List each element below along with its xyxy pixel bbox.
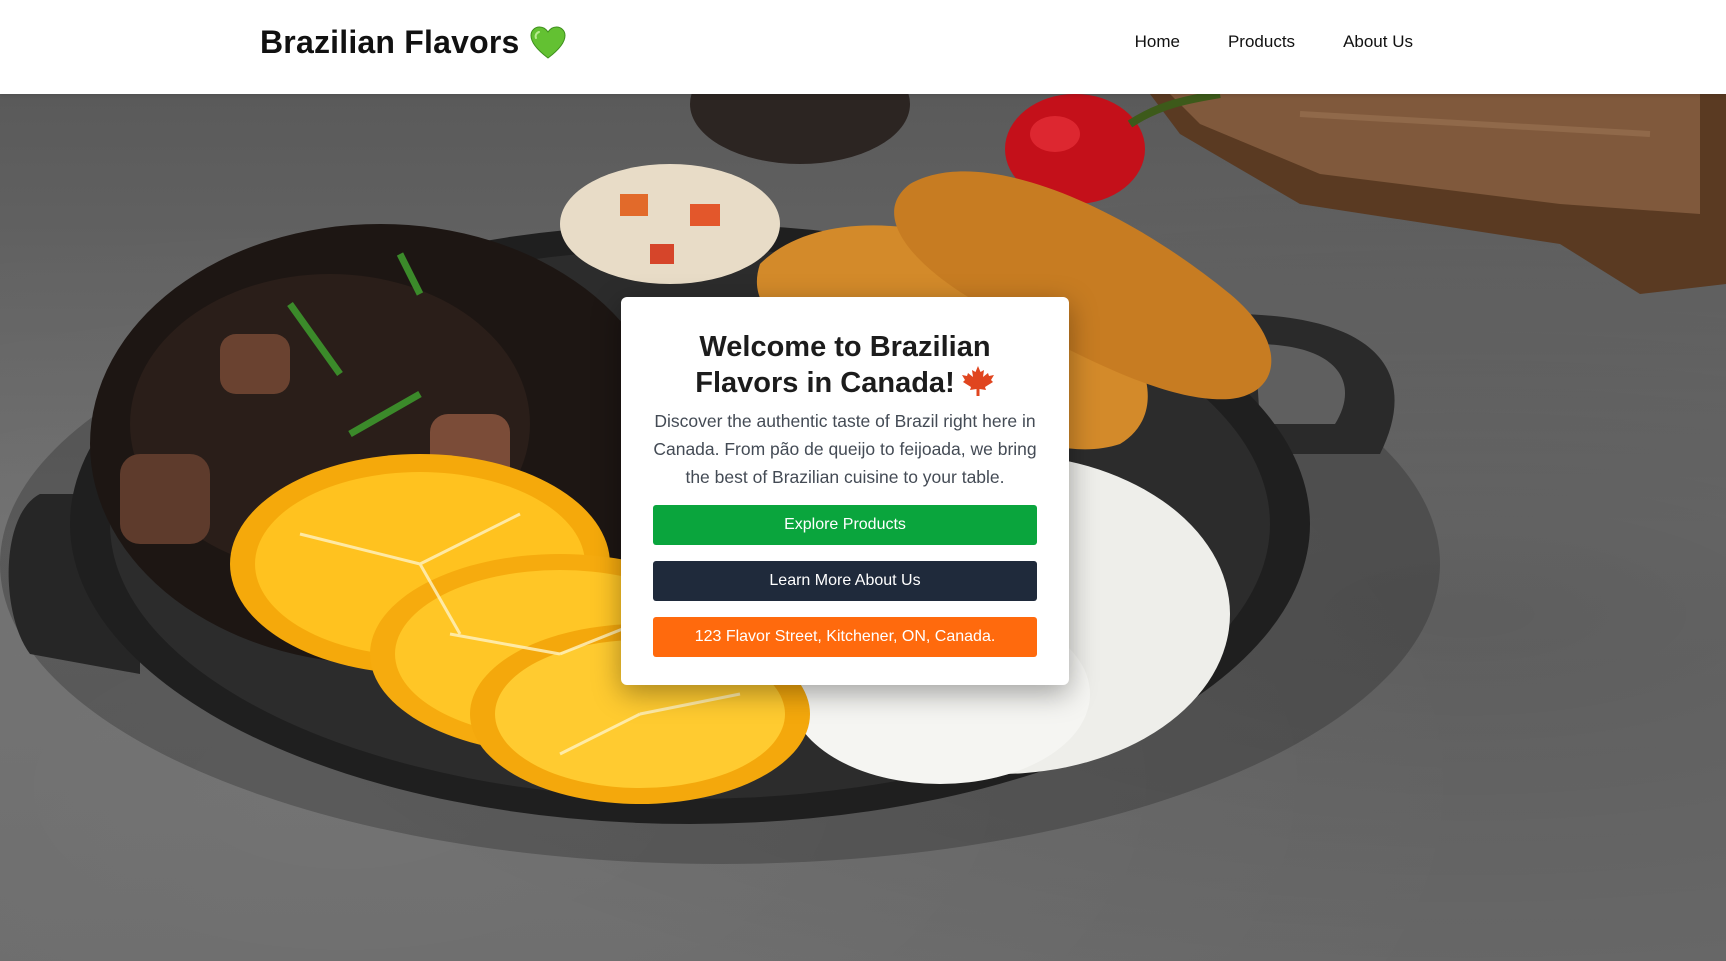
address-button[interactable]: 123 Flavor Street, Kitchener, ON, Canada…	[653, 617, 1037, 657]
welcome-description: Discover the authentic taste of Brazil r…	[653, 411, 1037, 487]
brand[interactable]: Brazilian Flavors	[260, 24, 566, 61]
nav-about[interactable]: About Us	[1343, 32, 1413, 52]
nav-home[interactable]: Home	[1135, 32, 1180, 52]
nav-products[interactable]: Products	[1228, 32, 1295, 52]
maple-leaf-icon	[961, 365, 995, 397]
welcome-heading: Welcome to Brazilian Flavors in Canada!	[653, 329, 1037, 401]
green-heart-icon	[529, 25, 566, 60]
explore-products-button[interactable]: Explore Products	[653, 505, 1037, 545]
main-nav: Home Products About Us	[1135, 32, 1413, 52]
welcome-card: Welcome to Brazilian Flavors in Canada! …	[621, 297, 1069, 685]
site-header: Brazilian Flavors Home Products About Us	[0, 0, 1726, 94]
brand-title[interactable]: Brazilian Flavors	[260, 24, 520, 61]
learn-more-button[interactable]: Learn More About Us	[653, 561, 1037, 601]
welcome-heading-text: Welcome to Brazilian Flavors in Canada!	[695, 331, 991, 399]
